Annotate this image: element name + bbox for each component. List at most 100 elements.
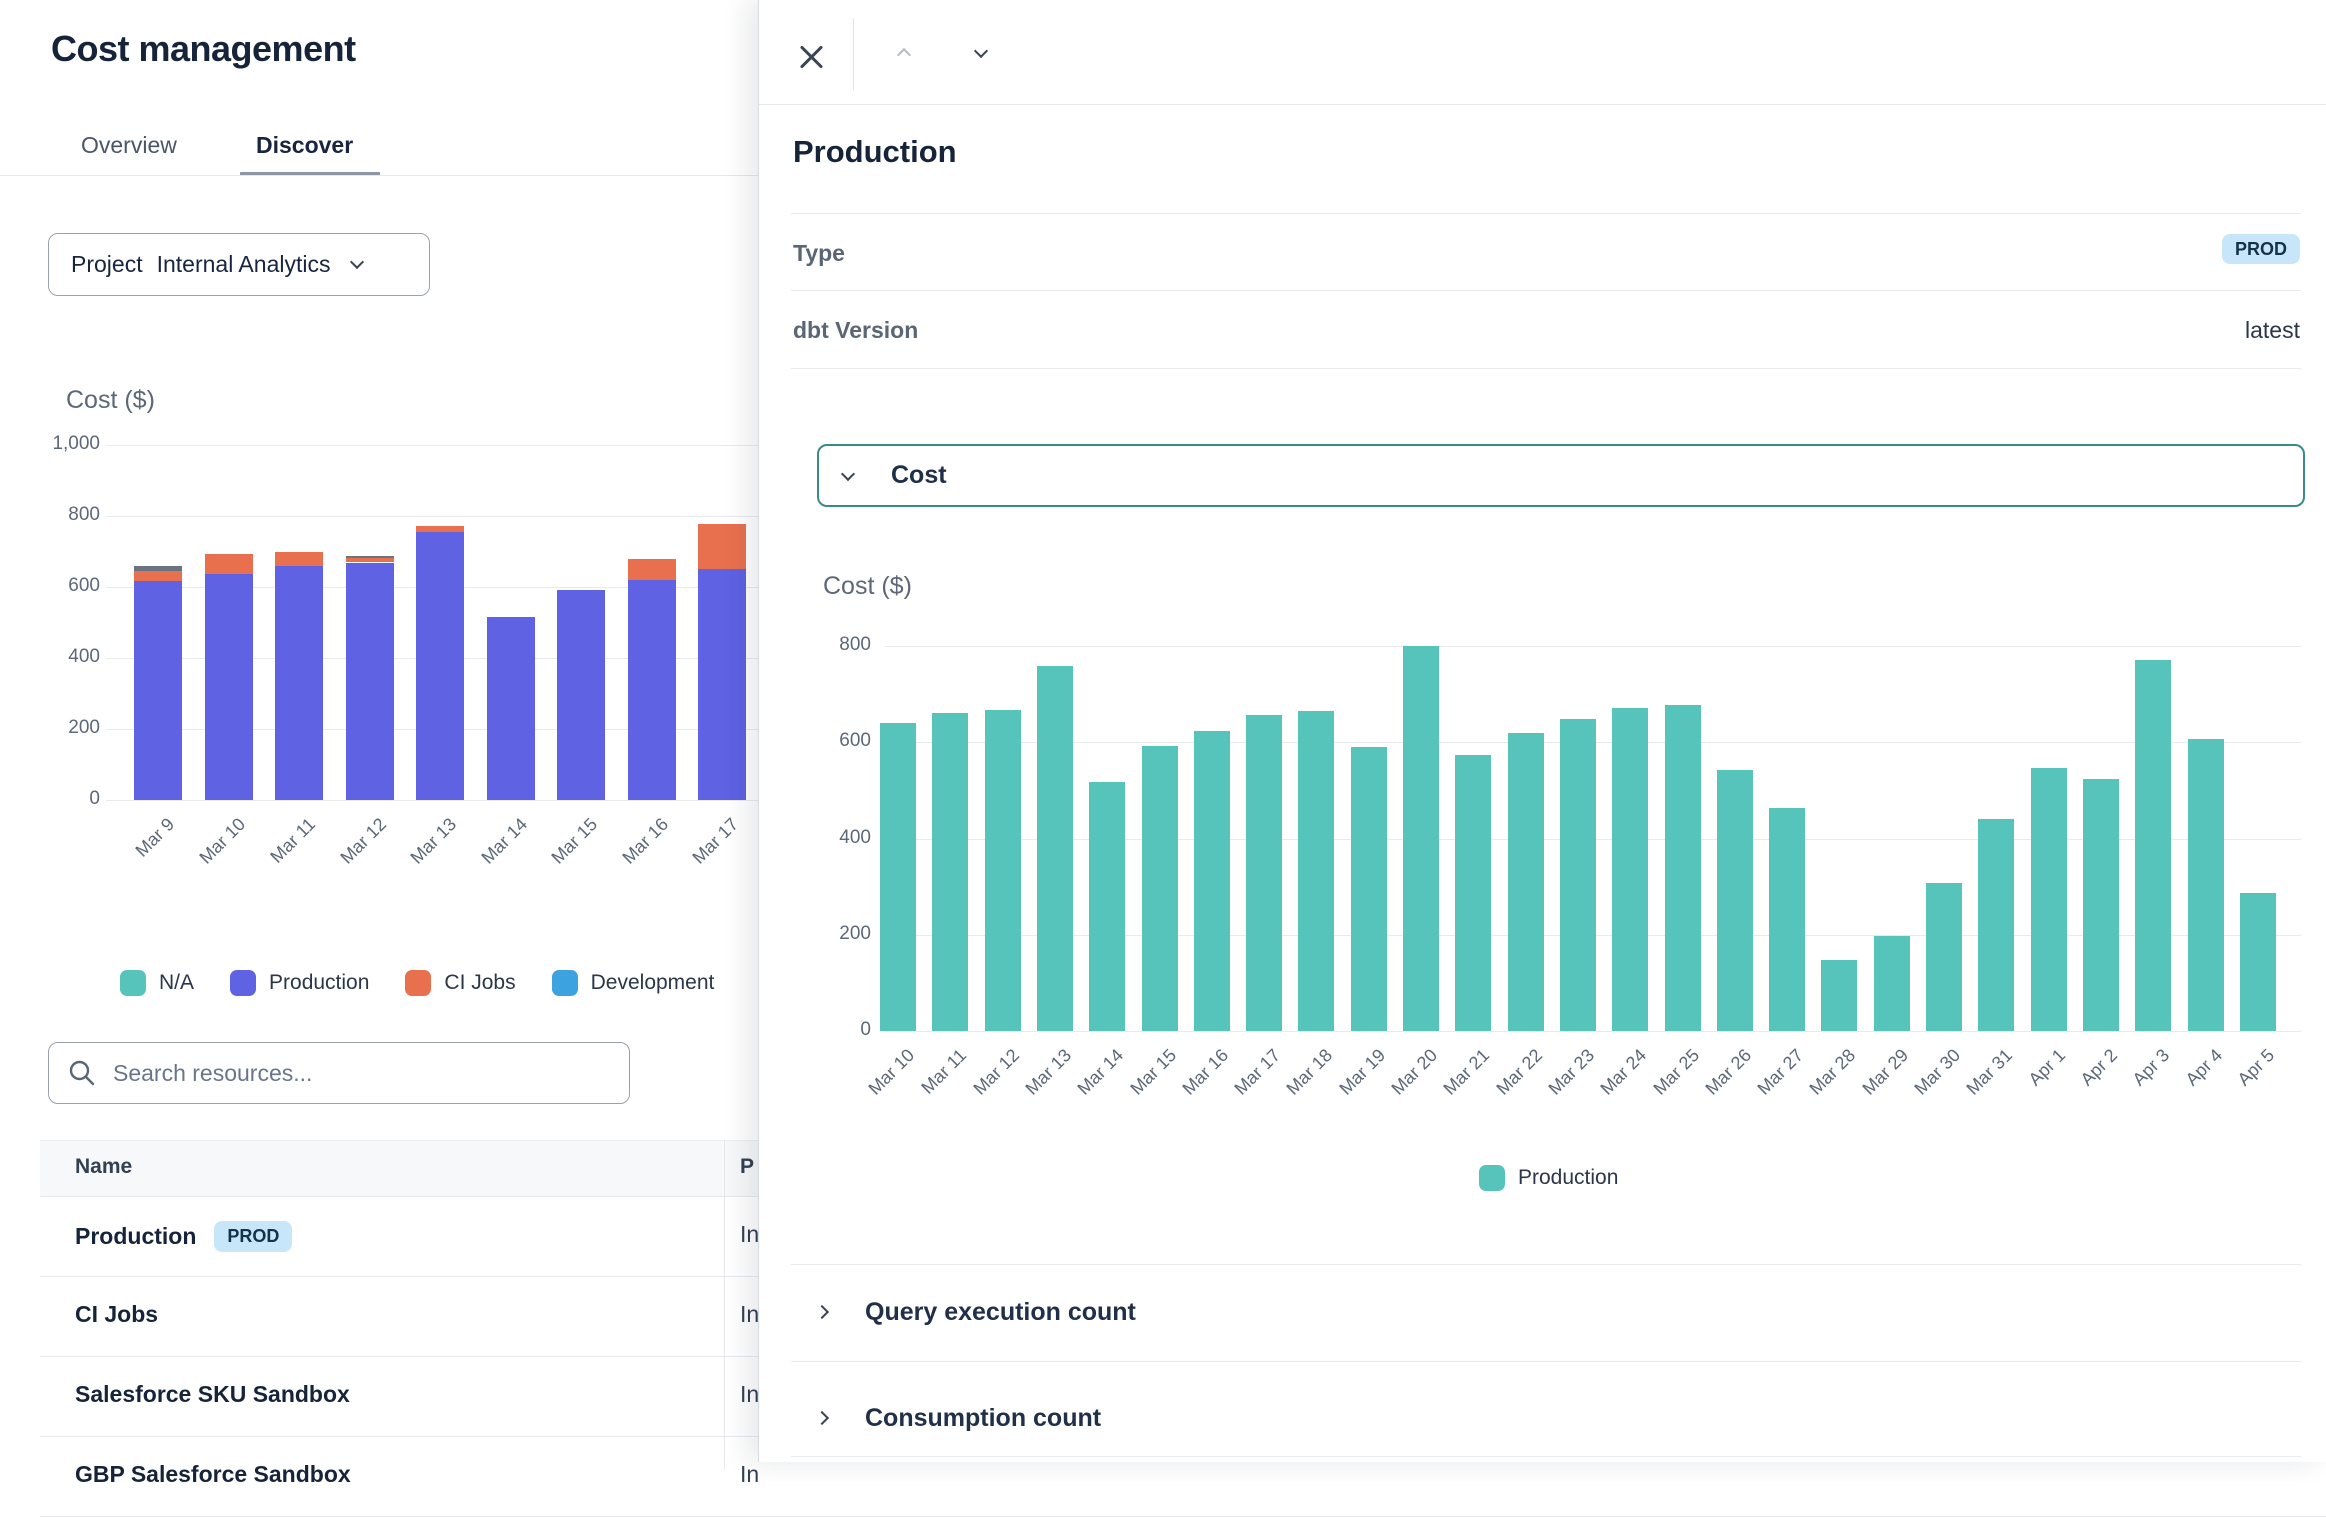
y-axis-tick-label: 800	[801, 634, 871, 656]
gridline	[106, 516, 758, 517]
y-axis-tick-label: 1,000	[30, 433, 100, 455]
x-axis-tick-label: Mar 13	[382, 814, 460, 892]
bar-ci-jobs-mar-11	[275, 552, 323, 566]
search-icon	[67, 1058, 97, 1088]
column-header-project: P	[740, 1155, 754, 1179]
gridline	[885, 1031, 2301, 1032]
y-axis-tick-label: 0	[30, 788, 100, 810]
y-axis-tick-label: 400	[30, 646, 100, 668]
bar-ci-jobs-mar-10	[205, 554, 253, 574]
divider	[791, 1456, 2301, 1457]
y-axis-tick-label: 400	[801, 827, 871, 849]
tab-discover[interactable]: Discover	[256, 132, 353, 159]
legend-item-n-a: N/A	[120, 970, 194, 996]
bar-production-mar-26	[1717, 770, 1753, 1031]
bar-production-mar-11	[275, 566, 323, 800]
x-axis-tick-label: Mar 9	[100, 814, 178, 892]
query-execution-count-section[interactable]: Query execution count	[817, 1282, 2305, 1342]
legend-swatch	[552, 970, 578, 996]
bar-ci-jobs-mar-9	[134, 571, 182, 581]
legend-label: N/A	[159, 971, 194, 995]
bar-production-mar-30	[1926, 883, 1962, 1031]
bar-production-mar-10	[205, 574, 253, 800]
bar-production-mar-22	[1508, 733, 1544, 1031]
divider	[791, 1264, 2301, 1265]
bar-production-mar-9	[134, 581, 182, 800]
prod-badge: PROD	[2222, 234, 2300, 264]
x-axis-tick-label: Mar 11	[241, 814, 319, 892]
chevron-down-icon[interactable]	[974, 44, 988, 58]
bar-other-mar-9	[134, 566, 182, 571]
x-axis-tick-label: Mar 12	[312, 814, 390, 892]
close-icon[interactable]	[795, 40, 829, 74]
y-axis-tick-label: 600	[30, 575, 100, 597]
legend-swatch	[1479, 1165, 1505, 1191]
chart-legend-left: N/A Production CI Jobs Development	[120, 968, 750, 998]
tab-overview[interactable]: Overview	[81, 132, 177, 159]
project-filter-value: Internal Analytics	[157, 251, 331, 278]
bar-production-mar-15	[557, 590, 605, 800]
bar-production-mar-29	[1874, 936, 1910, 1031]
bar-production-mar-12	[346, 563, 394, 800]
project-filter-dropdown[interactable]: Project Internal Analytics	[48, 233, 430, 296]
row-project: In	[740, 1301, 759, 1328]
legend-swatch	[230, 970, 256, 996]
search-box[interactable]	[48, 1042, 630, 1104]
chevron-right-icon	[815, 1411, 829, 1425]
bar-production-mar-10	[880, 723, 916, 1031]
legend-swatch	[405, 970, 431, 996]
field-value-type: PROD	[2222, 234, 2300, 261]
search-input[interactable]	[113, 1060, 611, 1087]
chart-title: Cost ($)	[66, 386, 155, 415]
bar-production-mar-19	[1351, 747, 1387, 1031]
legend-label: Production	[1518, 1166, 1618, 1190]
divider	[791, 213, 2301, 214]
bar-production-mar-25	[1665, 705, 1701, 1031]
chevron-right-icon	[815, 1305, 829, 1319]
bar-production-mar-15	[1142, 746, 1178, 1031]
prod-badge: PROD	[214, 1221, 292, 1252]
chevron-down-icon	[350, 254, 364, 268]
bar-ci-jobs-mar-12	[346, 558, 394, 562]
legend-label: Production	[269, 971, 369, 995]
chart-legend-right: Production	[1479, 1163, 1654, 1193]
cost-section-header[interactable]: Cost	[817, 444, 2305, 507]
bar-production-mar-14	[1089, 782, 1125, 1031]
bar-production-apr-2	[2083, 779, 2119, 1031]
y-axis-tick-label: 200	[30, 717, 100, 739]
field-value-dbt-version: latest	[2245, 317, 2300, 344]
bar-production-apr-5	[2240, 893, 2276, 1031]
gridline	[106, 445, 758, 446]
bar-production-mar-17	[1246, 715, 1282, 1031]
bar-production-mar-16	[628, 580, 676, 800]
chevron-up-icon[interactable]	[897, 48, 911, 62]
bar-ci-jobs-mar-13	[416, 526, 464, 532]
bar-production-mar-27	[1769, 808, 1805, 1031]
consumption-count-section[interactable]: Consumption count	[817, 1388, 2305, 1448]
legend-label: Development	[591, 971, 715, 995]
project-filter-label: Project	[71, 251, 143, 278]
row-name: CI Jobs	[75, 1301, 158, 1328]
x-axis-tick-label: Mar 16	[594, 814, 672, 892]
row-project: In	[740, 1461, 759, 1488]
panel-header-divider	[759, 104, 2326, 105]
y-axis-tick-label: 800	[30, 504, 100, 526]
bar-production-mar-14	[487, 617, 535, 800]
legend-item-development: Development	[552, 970, 715, 996]
page-title: Cost management	[51, 28, 356, 70]
cost-chart-left: Cost ($) 02004006008001,000Mar 9Mar 10Ma…	[40, 378, 760, 848]
legend-item-production: Production	[1479, 1165, 1618, 1191]
legend-item-ci-jobs: CI Jobs	[405, 970, 515, 996]
bar-production-mar-18	[1298, 711, 1334, 1031]
bar-production-mar-17	[698, 569, 746, 800]
legend-label: CI Jobs	[444, 971, 515, 995]
x-axis-tick-label: Mar 10	[171, 814, 249, 892]
bar-production-apr-1	[2031, 768, 2067, 1031]
panel-title: Production	[793, 134, 957, 170]
bar-production-mar-12	[985, 710, 1021, 1031]
y-axis-tick-label: 0	[801, 1019, 871, 1041]
header-divider	[853, 18, 854, 90]
bar-production-mar-20	[1403, 646, 1439, 1031]
bar-other-mar-12	[346, 556, 394, 558]
chart-title: Cost ($)	[823, 572, 912, 601]
